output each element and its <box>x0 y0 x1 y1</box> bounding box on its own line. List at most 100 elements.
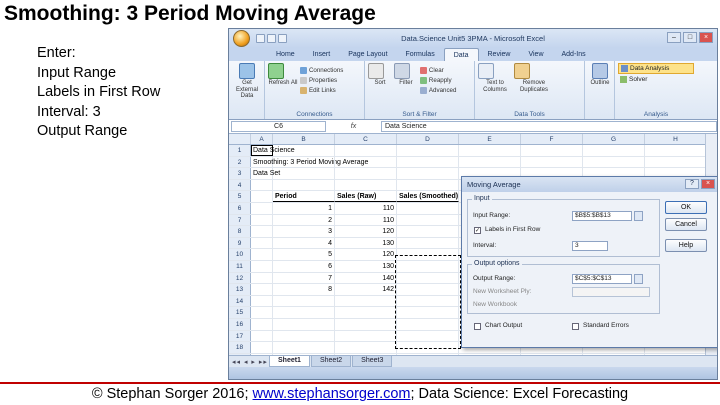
get-external-data-button[interactable]: Get External Data <box>232 63 262 100</box>
properties-button[interactable]: Properties <box>299 75 343 85</box>
cell-b[interactable]: 4 <box>273 237 335 249</box>
cell-f[interactable] <box>521 145 583 156</box>
output-range-field[interactable]: $C$5:$C$13 <box>572 274 632 284</box>
maximize-button[interactable]: □ <box>683 32 697 43</box>
cell-a[interactable] <box>251 249 273 260</box>
minimize-button[interactable]: – <box>667 32 681 43</box>
cell-e[interactable] <box>459 156 521 168</box>
column-header-f[interactable]: F <box>521 134 583 144</box>
cell-h[interactable] <box>645 156 707 168</box>
row-header[interactable]: 14 <box>229 295 251 307</box>
cell-c[interactable] <box>335 342 397 353</box>
cell-a[interactable] <box>251 237 273 249</box>
cell-c[interactable] <box>335 307 397 318</box>
cell-a[interactable] <box>251 284 273 295</box>
row-header[interactable]: 6 <box>229 202 251 214</box>
advanced-button[interactable]: Advanced <box>419 85 456 95</box>
cell-f[interactable] <box>521 156 583 168</box>
cell-c[interactable] <box>335 295 397 307</box>
row-header[interactable]: 7 <box>229 214 251 226</box>
cell-a[interactable]: Smoothing: 3 Period Moving Average <box>251 156 368 168</box>
cell-d[interactable] <box>397 145 459 156</box>
select-all-corner[interactable] <box>229 134 251 144</box>
cell-c[interactable]: 142 <box>335 284 397 295</box>
cell-d[interactable] <box>397 168 459 179</box>
row-header[interactable]: 11 <box>229 260 251 272</box>
sheet-tab-3[interactable]: Sheet3 <box>352 356 393 367</box>
output-range-collapse-icon[interactable] <box>634 274 643 284</box>
cell-d[interactable] <box>397 202 459 214</box>
input-range-field[interactable]: $B$5:$B$13 <box>572 211 632 221</box>
row-header[interactable]: 2 <box>229 156 251 168</box>
cell-e[interactable] <box>459 145 521 156</box>
cell-b[interactable] <box>273 168 335 179</box>
sheet-tab-2[interactable]: Sheet2 <box>310 356 352 367</box>
row-header[interactable]: 17 <box>229 330 251 342</box>
ok-button[interactable]: OK <box>665 201 707 214</box>
cell-c[interactable] <box>335 145 397 156</box>
cell-a[interactable] <box>251 260 273 272</box>
reapply-button[interactable]: Reapply <box>419 75 457 85</box>
fx-icon[interactable]: fx <box>326 123 381 130</box>
cell-b[interactable] <box>273 156 335 168</box>
row-header[interactable]: 3 <box>229 168 251 179</box>
tab-view[interactable]: View <box>519 48 552 61</box>
cancel-button[interactable]: Cancel <box>665 218 707 231</box>
column-header-e[interactable]: E <box>459 134 521 144</box>
row-header[interactable]: 12 <box>229 272 251 284</box>
column-header-g[interactable]: G <box>583 134 645 144</box>
text-to-columns-button[interactable]: Text to Columns <box>478 63 512 93</box>
cell-a[interactable] <box>251 272 273 284</box>
tab-page-layout[interactable]: Page Layout <box>339 48 396 61</box>
cell-b[interactable]: 3 <box>273 226 335 237</box>
cell-d[interactable] <box>397 237 459 249</box>
cell-a[interactable]: Data Set <box>251 168 280 179</box>
cell-b[interactable] <box>273 318 335 330</box>
cell-d[interactable] <box>397 226 459 237</box>
sheet-nav-arrows[interactable]: ◂◂ ◂ ▸ ▸▸ <box>229 358 269 366</box>
input-range-collapse-icon[interactable] <box>634 211 643 221</box>
column-header-h[interactable]: H <box>645 134 707 144</box>
column-header-d[interactable]: D <box>397 134 459 144</box>
cell-b[interactable]: 1 <box>273 202 335 214</box>
chart-output-checkbox[interactable] <box>474 323 481 330</box>
column-header-b[interactable]: B <box>273 134 335 144</box>
dialog-close-icon[interactable]: × <box>701 179 715 189</box>
cell-c[interactable]: 130 <box>335 237 397 249</box>
name-box[interactable]: C6 <box>231 121 326 132</box>
cell-c[interactable]: 110 <box>335 214 397 226</box>
cell-a[interactable] <box>251 318 273 330</box>
cell-a[interactable] <box>251 179 273 191</box>
tab-add-ins[interactable]: Add-Ins <box>553 48 595 61</box>
cell-b[interactable]: Period <box>273 191 335 202</box>
remove-duplicates-button[interactable]: Remove Duplicates <box>513 63 554 93</box>
cell-c[interactable] <box>335 179 397 191</box>
cell-b[interactable]: 8 <box>273 284 335 295</box>
row-header[interactable]: 5 <box>229 191 251 202</box>
cell-a[interactable] <box>251 295 273 307</box>
cell-h[interactable] <box>645 145 707 156</box>
cell-b[interactable]: 2 <box>273 214 335 226</box>
cell-c[interactable]: 110 <box>335 202 397 214</box>
row-header[interactable]: 15 <box>229 307 251 318</box>
tab-review[interactable]: Review <box>479 48 520 61</box>
labels-first-row-checkbox[interactable]: ✓ <box>474 227 481 234</box>
cell-g[interactable] <box>583 156 645 168</box>
edit-links-button[interactable]: Edit Links <box>299 85 343 95</box>
cell-d[interactable]: Sales (Smoothed) <box>397 191 459 202</box>
sheet-tab-1[interactable]: Sheet1 <box>269 356 310 367</box>
dialog-help-icon[interactable]: ? <box>685 179 699 189</box>
row-header[interactable]: 4 <box>229 179 251 191</box>
cell-c[interactable]: Sales (Raw) <box>335 191 397 202</box>
row-header[interactable]: 13 <box>229 284 251 295</box>
cell-a[interactable] <box>251 202 273 214</box>
clear-button[interactable]: Clear <box>419 65 457 75</box>
cell-d[interactable] <box>397 214 459 226</box>
cell-a[interactable] <box>251 226 273 237</box>
row-header[interactable]: 10 <box>229 249 251 260</box>
help-button[interactable]: Help <box>665 239 707 252</box>
cell-c[interactable]: 140 <box>335 272 397 284</box>
cell-b[interactable] <box>273 342 335 353</box>
cell-d[interactable] <box>397 179 459 191</box>
column-header-a[interactable]: A <box>251 134 273 144</box>
